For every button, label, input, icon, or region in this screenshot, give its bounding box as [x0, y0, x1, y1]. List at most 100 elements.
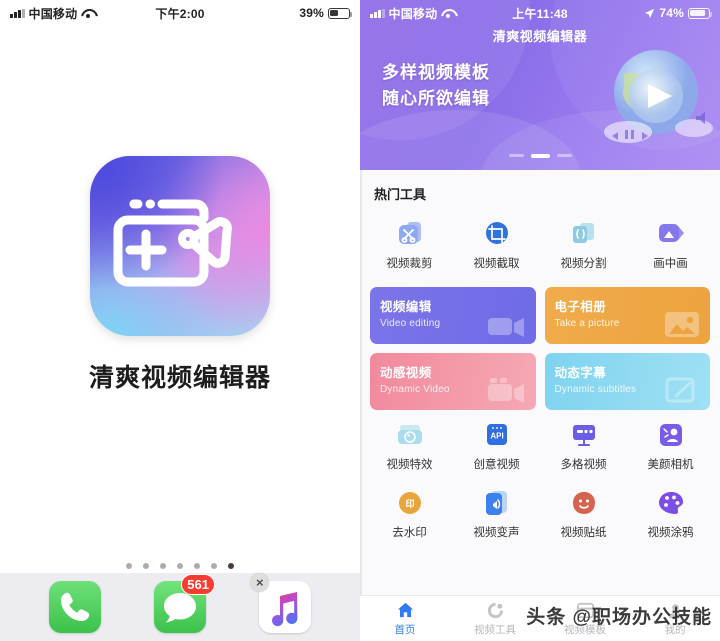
tool-item-creative-video[interactable]: API 创意视频	[453, 414, 540, 482]
home-app-area: 清爽视频编辑器	[0, 26, 360, 394]
tool-item-video-split[interactable]: 视频分割	[540, 213, 627, 281]
scissors-icon	[395, 219, 425, 249]
ios-dock: 561 ×	[0, 573, 360, 641]
banner-indicators[interactable]	[360, 154, 720, 158]
tool-item-picture-in-picture[interactable]: 画中画	[627, 213, 714, 281]
battery-icon	[327, 7, 353, 19]
dock-item-music[interactable]: ×	[250, 573, 312, 633]
tool-item-multi-grid-video[interactable]: 多格视频	[540, 414, 627, 482]
banner-text: 多样视频模板 随心所欲编辑	[382, 60, 490, 113]
left-home-screen: 中国移动 下午2:00 39% 清爽视频编辑器 561 ×	[0, 0, 360, 641]
tool-item-beauty-camera[interactable]: 美颜相机	[627, 414, 714, 482]
banner-line-2: 随心所欲编辑	[382, 89, 490, 109]
left-status-bar: 中国移动 下午2:00 39%	[0, 0, 360, 26]
tool-grid-row-3: 印 去水印 视频变声 视频贴纸 视频涂鸦	[360, 482, 720, 550]
tool-item-voice-change[interactable]: 视频变声	[453, 482, 540, 550]
carrier-label: 中国移动	[388, 6, 438, 21]
tool-item-video-sticker[interactable]: 视频贴纸	[540, 482, 627, 550]
battery-icon	[687, 7, 713, 19]
hot-tools-grid: 视频裁剪 视频截取 视频分割 画中画	[360, 209, 720, 281]
watermark-label: 头条 @职场办公技能	[526, 607, 712, 628]
right-status-bar: 中国移动 上午11:48 74%	[360, 0, 720, 26]
voice-change-icon	[482, 488, 512, 518]
home-page-dots[interactable]	[0, 563, 360, 569]
signal-bars-icon	[370, 8, 385, 18]
tool-label: 美颜相机	[647, 459, 694, 471]
tool-item-remove-watermark[interactable]: 印 去水印	[366, 482, 453, 550]
dock-item-phone[interactable]	[48, 581, 101, 633]
page-dot[interactable]	[177, 563, 183, 569]
tool-label: 去水印	[392, 527, 427, 539]
tool-label: 视频贴纸	[560, 527, 607, 539]
tool-label: 视频裁剪	[386, 258, 433, 270]
page-dot[interactable]	[211, 563, 217, 569]
crop-icon	[482, 219, 512, 249]
feature-card-dynamic-subtitles[interactable]: 动态字幕 Dynamic subtitles	[544, 353, 710, 410]
signal-bars-icon	[10, 8, 25, 18]
clock-label: 上午11:48	[512, 6, 568, 21]
tool-label: 画中画	[653, 258, 688, 270]
monitor-grid-icon	[569, 420, 599, 450]
page-dot[interactable]	[143, 563, 149, 569]
dual-screenshot-container: 中国移动 下午2:00 39% 清爽视频编辑器 561 × 中国移动 上午11:…	[0, 0, 720, 641]
palette-effects-icon	[395, 420, 425, 450]
promo-banner[interactable]: 中国移动 上午11:48 74% 清爽视频编辑器 多样视频模板 随心所欲编辑	[360, 0, 720, 170]
tab-label: 视频工具	[474, 623, 516, 636]
tool-label: 视频特效	[386, 459, 433, 471]
banner-dot-active[interactable]	[530, 154, 550, 158]
video-camera-icon	[487, 378, 524, 403]
tool-label: 视频截取	[473, 258, 520, 270]
tab-label: 首页	[394, 623, 416, 636]
feature-cards-grid: 视频编辑 Video editing 电子相册 Take a picture 动…	[360, 281, 720, 410]
tab-home[interactable]: 首页	[360, 601, 450, 637]
watermark-remove-icon: 印	[395, 488, 425, 518]
api-icon: API	[482, 420, 512, 450]
feature-card-video-editing[interactable]: 视频编辑 Video editing	[370, 287, 536, 344]
home-icon	[397, 602, 413, 617]
tool-grid-row-2: 视频特效 API 创意视频 多格视频 美颜相机	[360, 410, 720, 482]
tool-label: 创意视频	[473, 459, 520, 471]
sticker-smiley-icon	[569, 488, 599, 518]
page-dot[interactable]	[194, 563, 200, 569]
right-app-screen: 中国移动 上午11:48 74% 清爽视频编辑器 多样视频模板 随心所欲编辑 热…	[360, 0, 720, 641]
paint-palette-icon	[656, 488, 686, 518]
tool-item-video-doodle[interactable]: 视频涂鸦	[627, 482, 714, 550]
subtitle-icon	[665, 377, 695, 403]
tool-item-video-capture[interactable]: 视频截取	[453, 213, 540, 281]
tool-label: 多格视频	[560, 459, 607, 471]
dock-item-messages[interactable]: 561	[153, 574, 215, 633]
wifi-icon	[441, 8, 454, 18]
photo-icon	[665, 312, 699, 337]
tool-label: 视频分割	[560, 258, 607, 270]
feature-card-photo-album[interactable]: 电子相册 Take a picture	[544, 287, 710, 344]
banner-line-1: 多样视频模板	[382, 63, 490, 82]
carrier-label: 中国移动	[28, 6, 78, 21]
location-arrow-icon	[645, 8, 655, 18]
wifi-icon	[81, 8, 94, 18]
tool-label: 视频变声	[473, 527, 520, 539]
messages-badge: 561	[181, 574, 215, 595]
qingshuang-video-editor-app-icon[interactable]	[90, 156, 270, 336]
svg-text:印: 印	[405, 498, 414, 509]
tools-icon	[487, 602, 503, 618]
feature-card-dynamic-video[interactable]: 动感视频 Dynamic Video	[370, 353, 536, 410]
banner-dot[interactable]	[556, 154, 572, 157]
music-icon[interactable]	[259, 581, 312, 633]
video-camera-icon	[487, 318, 524, 337]
globe-play-button-illustration	[598, 40, 714, 156]
svg-text:API: API	[490, 432, 503, 441]
split-icon	[569, 219, 599, 249]
tool-item-video-effects[interactable]: 视频特效	[366, 414, 453, 482]
battery-percent-label: 74%	[659, 6, 684, 20]
picture-in-picture-icon	[656, 219, 686, 249]
beauty-camera-icon	[656, 420, 686, 450]
page-dot[interactable]	[160, 563, 166, 569]
phone-icon[interactable]	[48, 581, 101, 633]
banner-dot[interactable]	[508, 154, 524, 157]
page-dot-active[interactable]	[228, 563, 234, 569]
tool-item-video-trim[interactable]: 视频裁剪	[366, 213, 453, 281]
page-dot[interactable]	[126, 563, 132, 569]
tool-label: 视频涂鸦	[647, 527, 694, 539]
clock-label: 下午2:00	[155, 6, 205, 21]
battery-percent-label: 39%	[299, 6, 324, 20]
